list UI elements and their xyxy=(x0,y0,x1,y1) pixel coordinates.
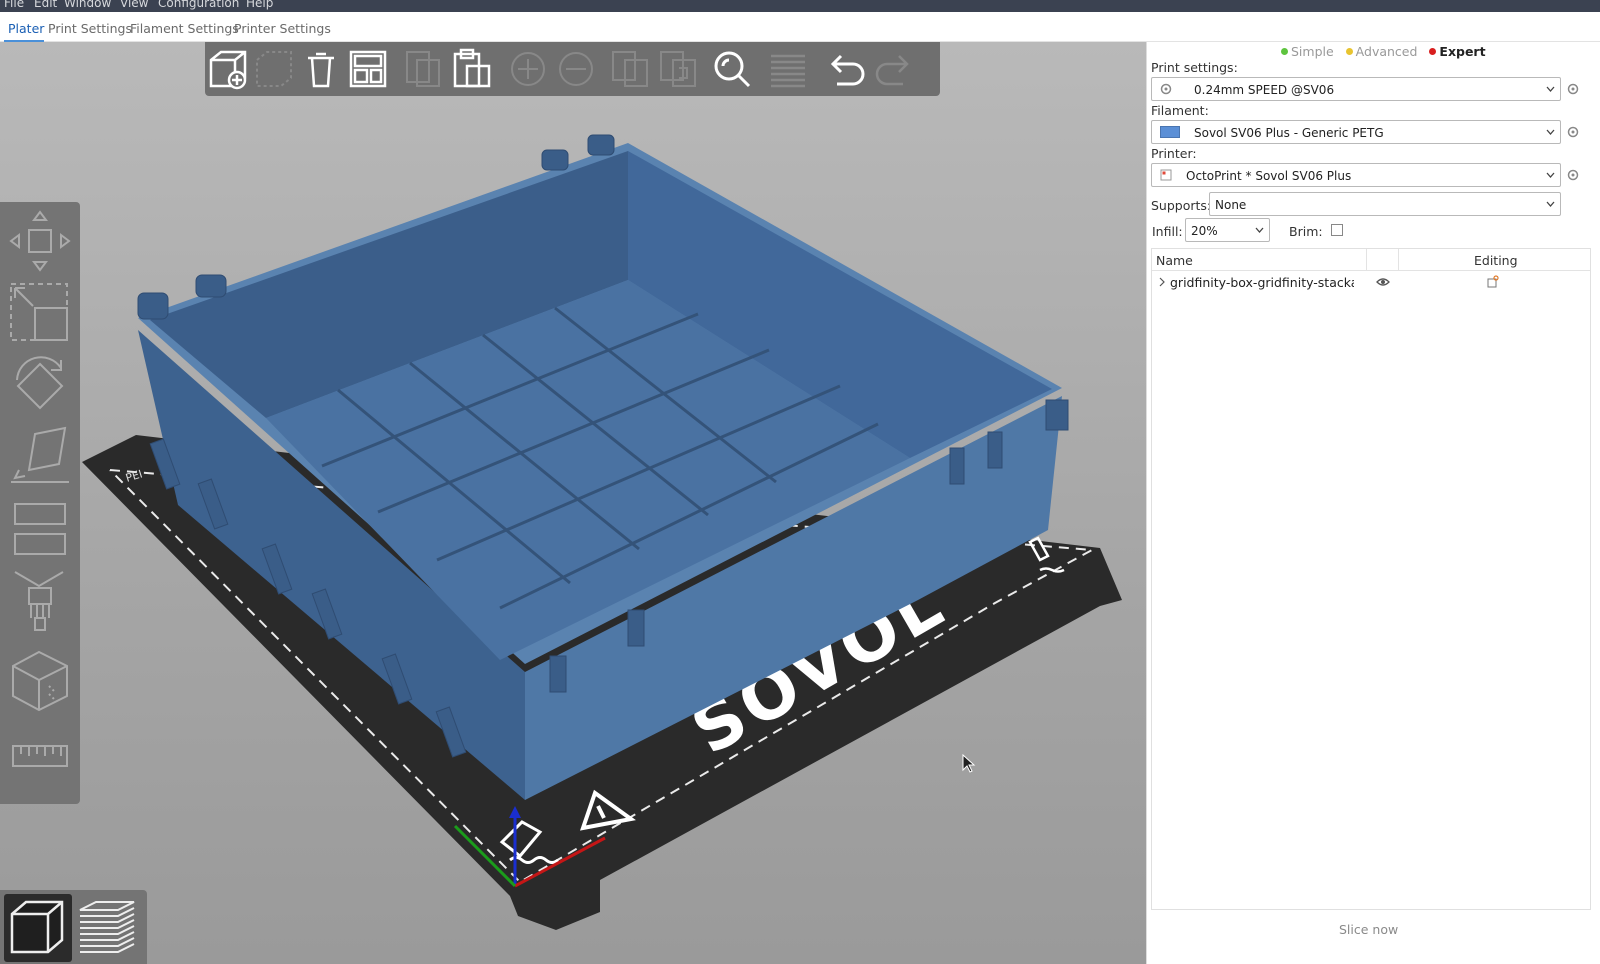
tab-filament-settings[interactable]: Filament Settings xyxy=(130,21,239,36)
print-settings-label: Print settings: xyxy=(1151,60,1238,75)
top-toolbar xyxy=(205,42,940,96)
paint-supports-icon[interactable] xyxy=(5,566,75,636)
rotate-icon[interactable] xyxy=(5,350,75,420)
add-instance-icon xyxy=(507,48,549,90)
advanced-dot-icon xyxy=(1345,48,1353,55)
filament-color-swatch xyxy=(1160,126,1180,138)
split-objects-icon xyxy=(609,48,651,90)
delete-icon xyxy=(253,48,295,90)
simple-dot-icon xyxy=(1281,48,1288,55)
arrange-icon[interactable] xyxy=(347,48,389,90)
brim-label: Brim: xyxy=(1289,224,1323,239)
brim-checkbox[interactable] xyxy=(1331,224,1343,236)
editing-column-header[interactable]: Editing xyxy=(1474,253,1518,268)
view-toggle xyxy=(0,890,147,964)
tab-print-settings[interactable]: Print Settings xyxy=(48,21,132,36)
gear-icon[interactable] xyxy=(1567,169,1579,181)
chevron-down-icon xyxy=(1255,227,1264,233)
copy-icon xyxy=(403,48,445,90)
expert-dot-icon xyxy=(1429,48,1437,55)
sidebar-panel: Simple Advanced Expert Print settings: 0… xyxy=(1146,42,1600,964)
printer-label: Printer: xyxy=(1151,146,1197,161)
redo-icon xyxy=(873,48,915,90)
menu-file[interactable]: File xyxy=(4,0,24,10)
menu-bar: File Edit Window View Configuration Help xyxy=(0,0,1600,12)
3d-viewport[interactable]: PEI SOVOL xyxy=(0,42,1146,964)
3d-view-icon[interactable] xyxy=(4,894,72,962)
variable-layer-height-icon xyxy=(767,48,809,90)
left-toolbar xyxy=(0,202,80,804)
paste-icon[interactable] xyxy=(451,48,493,90)
print-profile-icon xyxy=(1160,83,1172,95)
cut-icon[interactable] xyxy=(5,494,75,564)
filament-label: Filament: xyxy=(1151,103,1209,118)
list-item[interactable]: gridfinity-box-gridfinity-stackable-( xyxy=(1152,271,1590,293)
gear-icon[interactable] xyxy=(1567,83,1579,95)
edit-object-icon[interactable] xyxy=(1486,275,1500,289)
menu-edit[interactable]: Edit xyxy=(34,0,57,10)
filament-combo[interactable]: Sovol SV06 Plus - Generic PETG xyxy=(1151,120,1561,144)
mode-simple[interactable]: Simple xyxy=(1281,44,1338,59)
menu-help[interactable]: Help xyxy=(246,0,273,10)
supports-label: Supports: xyxy=(1151,198,1212,213)
chevron-down-icon xyxy=(1546,201,1555,207)
split-parts-icon xyxy=(657,48,699,90)
tab-bar: Plater Print Settings Filament Settings … xyxy=(0,12,1600,42)
tab-printer-settings[interactable]: Printer Settings xyxy=(234,21,331,36)
mode-selector: Simple Advanced Expert xyxy=(1281,44,1494,59)
supports-combo[interactable]: None xyxy=(1209,192,1561,216)
menu-view[interactable]: View xyxy=(120,0,148,10)
add-icon[interactable] xyxy=(207,48,249,90)
eye-icon[interactable] xyxy=(1376,276,1390,288)
seam-painting-icon[interactable] xyxy=(5,646,75,716)
mode-advanced[interactable]: Advanced xyxy=(1345,44,1422,59)
delete-all-icon[interactable] xyxy=(300,48,342,90)
infill-label: Infill: xyxy=(1152,224,1183,239)
place-on-face-icon[interactable] xyxy=(5,422,75,492)
filament-value: Sovol SV06 Plus - Generic PETG xyxy=(1194,126,1384,140)
chevron-down-icon xyxy=(1546,86,1555,92)
move-icon[interactable] xyxy=(5,206,75,276)
scale-icon[interactable] xyxy=(5,278,75,348)
infill-combo[interactable]: 20% xyxy=(1185,218,1270,242)
mode-expert[interactable]: Expert xyxy=(1429,44,1489,59)
menu-configuration[interactable]: Configuration xyxy=(158,0,239,10)
object-name: gridfinity-box-gridfinity-stackable-( xyxy=(1170,275,1354,290)
measure-icon[interactable] xyxy=(5,722,75,792)
object-list-header: Name Editing xyxy=(1152,249,1590,271)
search-icon[interactable] xyxy=(711,48,753,90)
gear-icon[interactable] xyxy=(1567,126,1579,138)
remove-instance-icon xyxy=(555,48,597,90)
slice-now-button[interactable]: Slice now xyxy=(1339,922,1398,937)
mouse-cursor xyxy=(962,754,976,773)
print-settings-combo[interactable]: 0.24mm SPEED @SV06 xyxy=(1151,77,1561,101)
print-settings-value: 0.24mm SPEED @SV06 xyxy=(1194,83,1335,97)
chevron-down-icon xyxy=(1546,172,1555,178)
preview-layers-icon[interactable] xyxy=(74,894,142,962)
expand-arrow-icon[interactable] xyxy=(1158,277,1166,287)
object-gridfinity-box xyxy=(137,134,1069,800)
scene: PEI SOVOL xyxy=(82,134,1122,930)
printer-combo[interactable]: OctoPrint * Sovol SV06 Plus xyxy=(1151,163,1561,187)
menu-window[interactable]: Window xyxy=(64,0,111,10)
infill-value: 20% xyxy=(1191,224,1218,238)
supports-value: None xyxy=(1215,198,1247,212)
printer-value: OctoPrint * Sovol SV06 Plus xyxy=(1186,169,1352,183)
tab-plater[interactable]: Plater xyxy=(8,21,44,36)
chevron-down-icon xyxy=(1546,129,1555,135)
network-printer-icon xyxy=(1160,169,1172,181)
object-list: Name Editing gridfinity-box-gridfinity-s… xyxy=(1151,248,1591,910)
name-column-header[interactable]: Name xyxy=(1156,253,1193,268)
undo-icon[interactable] xyxy=(825,48,867,90)
